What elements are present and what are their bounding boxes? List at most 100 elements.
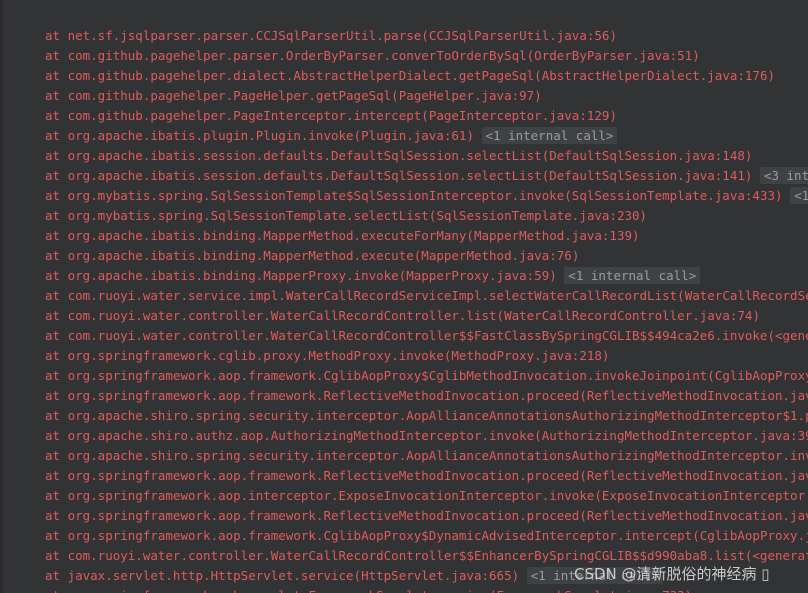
frame-source-link[interactable]: OrderByParser.java:51 [534, 48, 692, 63]
stacktrace-frame[interactable]: at org.apache.ibatis.binding.MapperMetho… [0, 226, 808, 246]
stacktrace-frame[interactable]: at org.springframework.cglib.proxy.Metho… [0, 346, 808, 366]
stacktrace-console[interactable]: net.sf.jsqlparser.JSQLParserException at… [0, 0, 808, 593]
stacktrace-frame[interactable]: at com.github.pagehelper.dialect.Abstrac… [0, 66, 808, 86]
frame-source-link[interactable]: Plugin.java:61 [361, 128, 466, 143]
stacktrace-frame[interactable]: at org.springframework.aop.interceptor.E… [0, 486, 808, 506]
stacktrace-frame[interactable]: at com.ruoyi.water.service.impl.WaterCal… [0, 286, 808, 306]
frame-source-link[interactable]: HttpServlet.java:665 [361, 568, 512, 583]
frame-method-signature: org.springframework.web.servlet.Framewor… [68, 588, 497, 593]
frame-source-link[interactable]: MapperMethod.java:76 [421, 248, 572, 263]
stacktrace-frame[interactable]: at org.apache.shiro.spring.security.inte… [0, 406, 808, 426]
frame-source-link[interactable]: FrameworkServlet.java:733 [497, 588, 685, 593]
frame-source-link[interactable]: ReflectiveMethodInvocation.java:186 [587, 508, 808, 523]
frame-at-keyword: at [45, 488, 68, 503]
stacktrace-frame[interactable]: at org.springframework.web.servlet.Frame… [0, 586, 808, 593]
frame-method-signature: org.apache.ibatis.session.defaults.Defau… [67, 168, 550, 183]
frame-method-signature: com.github.pagehelper.parser.OrderByPars… [67, 48, 535, 63]
frame-source-link[interactable]: AbstractHelperDialect.java:176 [542, 68, 768, 83]
frame-at-keyword: at [45, 368, 68, 383]
internal-calls-badge[interactable]: <3 internal calls> [759, 167, 808, 184]
frame-source-link[interactable]: ExposeInvocationInterceptor.java:97 [602, 488, 808, 503]
stacktrace-frame[interactable]: at org.apache.ibatis.binding.MapperMetho… [0, 246, 808, 266]
frame-source-link[interactable]: WaterCallRecordServiceImpl.java:46 [685, 288, 808, 303]
frame-badge-spacer [783, 188, 791, 203]
frame-at-keyword: at [45, 28, 68, 43]
frame-source-link[interactable]: ReflectiveMethodInvocation.java:163 [587, 388, 808, 403]
frame-source-link[interactable]: CglibAopProxy.java:749 [715, 368, 808, 383]
csdn-watermark: CSDN @清新脱俗的神经病 ▯ [574, 565, 770, 583]
stacktrace-frame[interactable]: at org.springframework.aop.framework.Ref… [0, 386, 808, 406]
stacktrace-frame[interactable]: at org.apache.shiro.spring.security.inte… [0, 446, 808, 466]
frame-method-signature: org.apache.ibatis.session.defaults.Defau… [67, 148, 550, 163]
stacktrace-frame[interactable]: at net.sf.jsqlparser.parser.CCJSqlParser… [0, 26, 808, 46]
stacktrace-frame[interactable]: at org.springframework.aop.framework.Ref… [0, 506, 808, 526]
frame-at-keyword: at [45, 188, 68, 203]
frame-source-link[interactable]: DefaultSqlSession.java:148 [549, 148, 745, 163]
frame-source-link[interactable]: PageInterceptor.java:129 [429, 108, 610, 123]
frame-method-signature: net.sf.jsqlparser.parser.CCJSqlParserUti… [67, 28, 429, 43]
frame-at-keyword: at [45, 208, 68, 223]
frame-source-link[interactable]: MapperProxy.java:59 [406, 268, 549, 283]
frame-at-keyword: at [45, 68, 68, 83]
console-gutter [3, 0, 27, 593]
frame-at-keyword: at [45, 588, 68, 593]
frame-close-paren: ) [511, 568, 520, 583]
internal-calls-badge[interactable]: <1 internal call> [481, 127, 618, 144]
frame-source-link[interactable]: WaterCallRecordController.java:74 [504, 308, 752, 323]
frame-method-signature: com.ruoyi.water.service.impl.WaterCallRe… [67, 288, 685, 303]
stacktrace-frame[interactable]: at com.github.pagehelper.PageInterceptor… [0, 106, 808, 126]
frame-method-signature: com.ruoyi.water.controller.WaterCallReco… [67, 308, 505, 323]
stacktrace-frame[interactable]: at org.apache.ibatis.session.defaults.De… [0, 166, 808, 186]
stacktrace-frame[interactable]: at com.github.pagehelper.PageHelper.getP… [0, 86, 808, 106]
frame-source-link[interactable]: SqlSessionTemplate.java:433 [572, 188, 775, 203]
stacktrace-frame[interactable]: at com.ruoyi.water.controller.WaterCallR… [0, 306, 808, 326]
exception-header-line[interactable]: net.sf.jsqlparser.JSQLParserException [0, 6, 808, 26]
frame-at-keyword: at [45, 548, 68, 563]
frame-close-paren: ) [767, 68, 776, 83]
stacktrace-frame[interactable]: at org.mybatis.spring.SqlSessionTemplate… [0, 186, 808, 206]
frame-at-keyword: at [45, 508, 68, 523]
frame-source-link[interactable]: PageHelper.java:97 [399, 88, 534, 103]
stacktrace-frame[interactable]: at org.apache.ibatis.session.defaults.De… [0, 146, 808, 166]
frame-method-signature: org.apache.ibatis.binding.MapperMethod.e… [67, 248, 422, 263]
frame-method-signature: org.apache.shiro.spring.security.interce… [67, 408, 808, 423]
internal-calls-badge[interactable]: <1 internal call> [564, 267, 701, 284]
frame-source-link[interactable]: SqlSessionTemplate.java:230 [436, 208, 639, 223]
frame-source-link[interactable]: DefaultSqlSession.java:141 [549, 168, 745, 183]
stacktrace-frame[interactable]: at com.ruoyi.water.controller.WaterCallR… [0, 326, 808, 346]
internal-calls-badge[interactable]: <1 internal call> [790, 187, 808, 204]
stacktrace-frame[interactable]: at com.ruoyi.water.controller.WaterCallR… [0, 546, 808, 566]
frame-at-keyword: at [45, 328, 68, 343]
frame-source-link[interactable]: CglibAopProxy.java:688 [700, 528, 808, 543]
frame-source-link[interactable]: MapperMethod.java:139 [474, 228, 632, 243]
stacktrace-frame[interactable]: at com.github.pagehelper.parser.OrderByP… [0, 46, 808, 66]
stacktrace-line-list: net.sf.jsqlparser.JSQLParserException at… [0, 0, 808, 593]
frame-method-signature: com.ruoyi.water.controller.WaterCallReco… [67, 328, 808, 343]
frame-method-signature: org.springframework.aop.framework.Reflec… [67, 468, 587, 483]
stacktrace-frame[interactable]: at org.apache.ibatis.binding.MapperProxy… [0, 266, 808, 286]
frame-method-signature: org.apache.shiro.spring.security.interce… [67, 448, 808, 463]
frame-source-link[interactable]: AuthorizingMethodInterceptor.java:39 [542, 428, 808, 443]
stacktrace-frame[interactable]: at org.apache.ibatis.plugin.Plugin.invok… [0, 126, 808, 146]
frame-at-keyword: at [45, 168, 68, 183]
frame-at-keyword: at [45, 388, 68, 403]
stacktrace-frame[interactable]: at org.mybatis.spring.SqlSessionTemplate… [0, 206, 808, 226]
stacktrace-frame[interactable]: at org.springframework.aop.framework.Cgl… [0, 526, 808, 546]
frame-method-signature: com.ruoyi.water.controller.WaterCallReco… [67, 548, 808, 563]
stacktrace-frame[interactable]: at org.apache.shiro.authz.aop.Authorizin… [0, 426, 808, 446]
frame-at-keyword: at [45, 408, 68, 423]
frame-source-link[interactable]: MethodProxy.java:218 [451, 348, 602, 363]
frame-at-keyword: at [45, 288, 68, 303]
frame-close-paren: ) [609, 28, 617, 43]
frame-close-paren: ) [609, 108, 617, 123]
frame-close-paren: ) [601, 348, 610, 363]
stacktrace-frame[interactable]: at org.springframework.aop.framework.Ref… [0, 466, 808, 486]
frame-source-link[interactable]: CCJSqlParserUtil.java:56 [429, 28, 610, 43]
frame-at-keyword: at [45, 128, 68, 143]
frame-at-keyword: at [45, 448, 68, 463]
frame-badge-spacer [474, 128, 482, 143]
frame-badge-spacer [519, 568, 527, 583]
frame-method-signature: org.apache.ibatis.plugin.Plugin.invoke( [67, 128, 362, 143]
frame-source-link[interactable]: ReflectiveMethodInvocation.java:186 [587, 468, 808, 483]
stacktrace-frame[interactable]: at org.springframework.aop.framework.Cgl… [0, 366, 808, 386]
